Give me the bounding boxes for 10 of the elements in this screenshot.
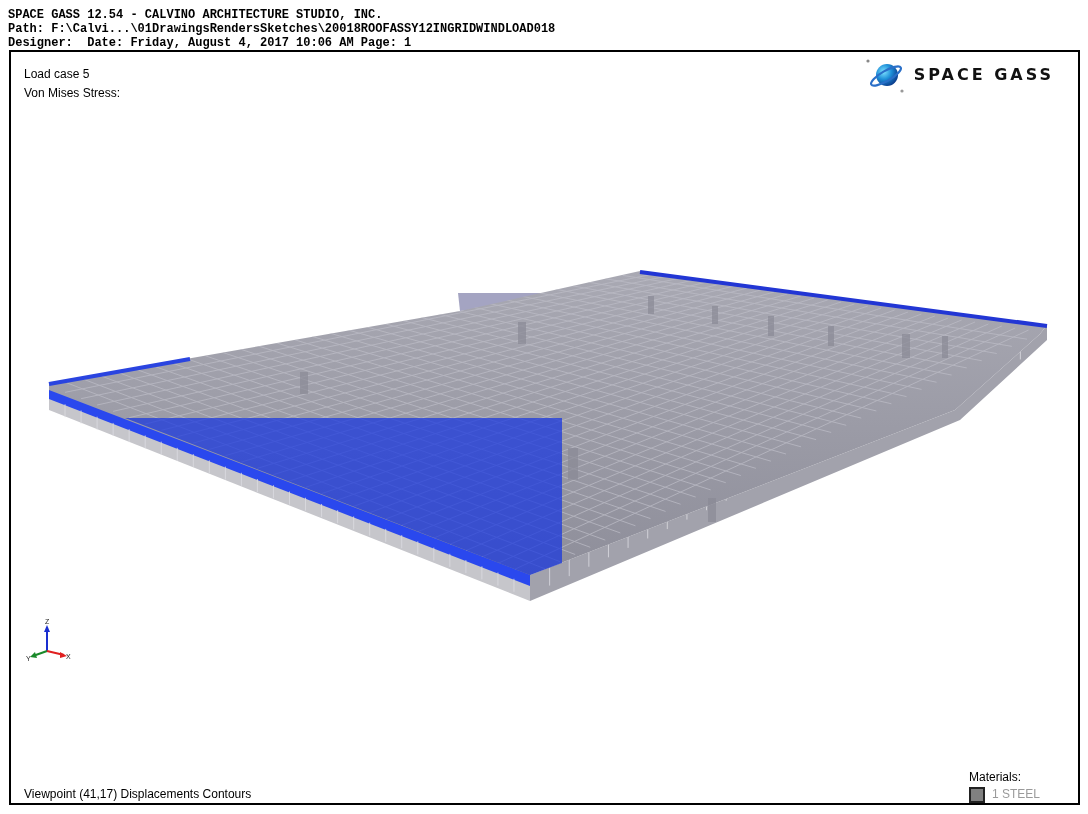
load-case-label: Load case 5	[24, 66, 90, 83]
viewpoint-caption: Viewpoint (41,17) Displacements Contours	[24, 786, 252, 803]
material-label: 1 STEEL	[991, 786, 1040, 803]
file-path: Path: F:\Calvi...\01DrawingsRendersSketches\20018ROOFASSY12INGRIDWINDLOAD018	[8, 22, 556, 36]
materials-title: Materials:	[968, 769, 1021, 786]
report-details: Designer: Date: Friday, August 4, 2017 10:06 AM Page: 1	[8, 36, 412, 50]
result-type-label: Von Mises Stress:	[24, 85, 121, 102]
logo-text: SPACE GASS	[913, 64, 1054, 84]
report-title: SPACE GASS 12.54 - CALVINO ARCHITECTURE STUDIO, INC.	[8, 8, 383, 22]
planet-icon	[865, 57, 906, 95]
